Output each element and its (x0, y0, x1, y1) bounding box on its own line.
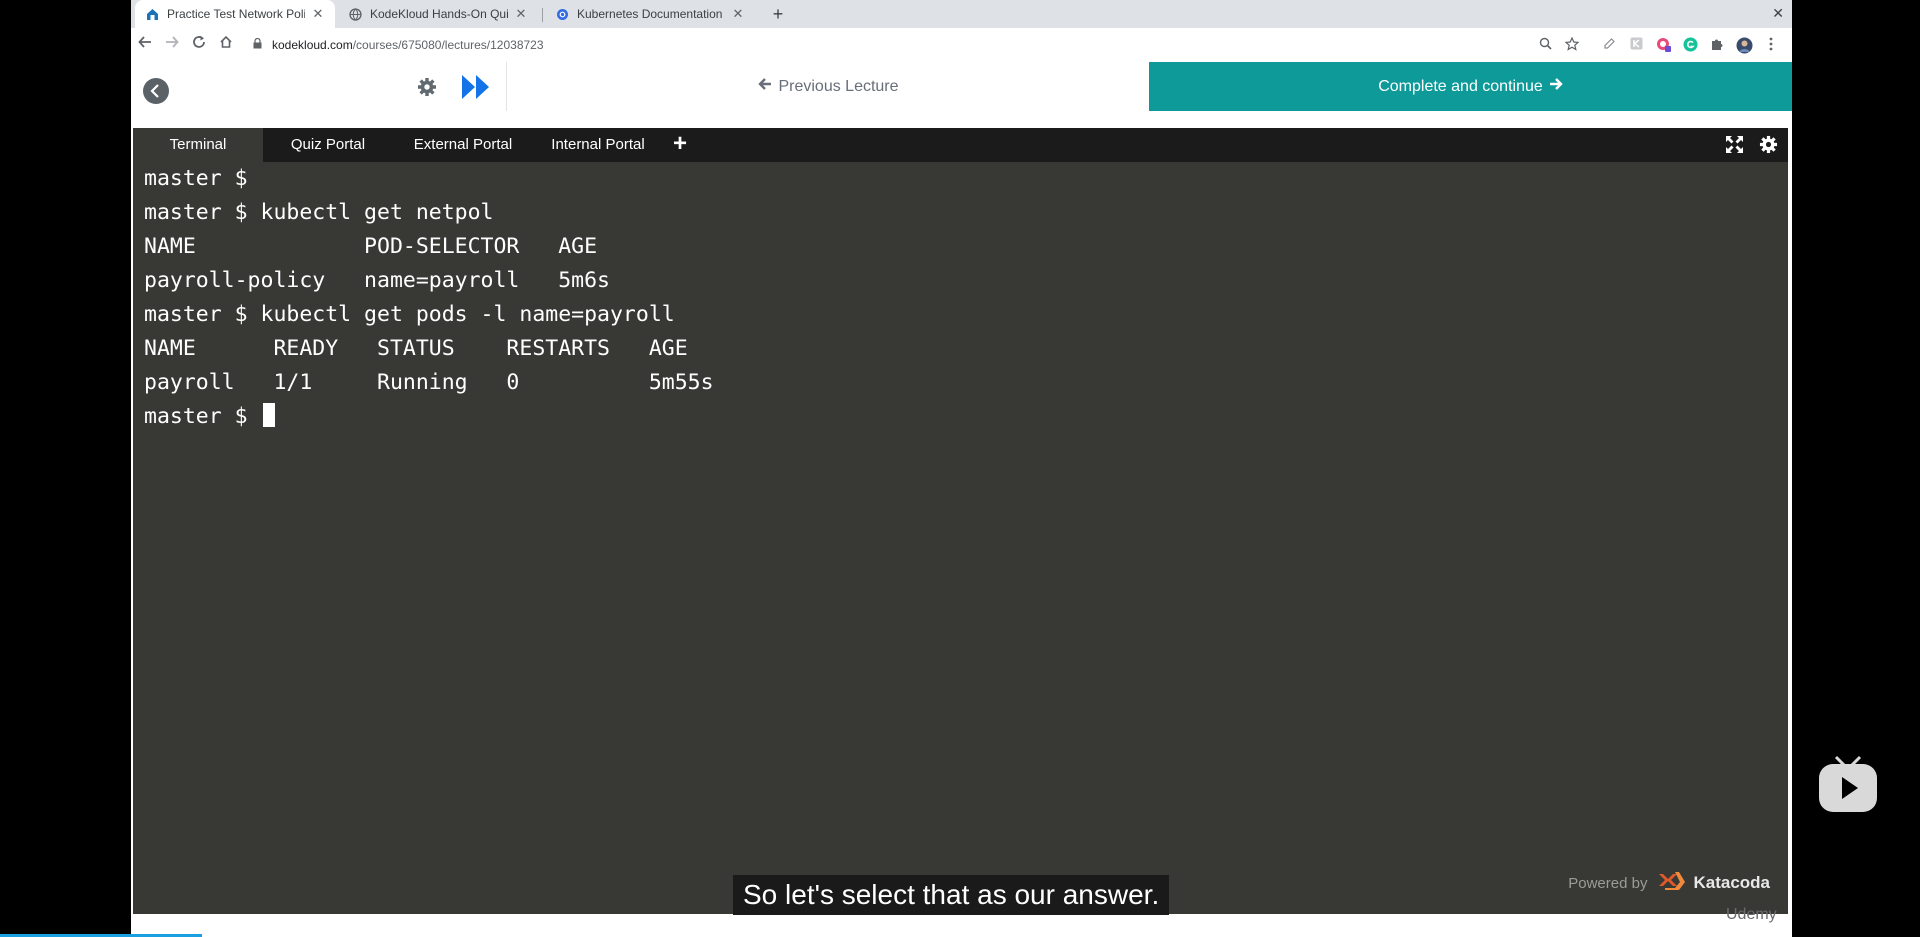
globe-icon (348, 7, 362, 21)
url-text: kodekloud.com/courses/675080/lectures/12… (272, 38, 544, 52)
powered-by-brand: Katacoda (1693, 873, 1770, 892)
address-bar[interactable]: kodekloud.com/courses/675080/lectures/12… (249, 32, 1709, 58)
url-host: kodekloud.com (272, 38, 353, 52)
browser-tab-practice-test[interactable]: Practice Test Network Policie ✕ (135, 0, 335, 28)
tab-title: KodeKloud Hands-On Quiz (370, 7, 508, 21)
tab-internal-portal[interactable]: Internal Portal (533, 128, 663, 162)
url-path: /courses/675080/lectures/12038723 (352, 38, 544, 52)
terminal-line: payroll 1/1 Running 0 5m55s (144, 370, 714, 395)
extension-grammarly-icon[interactable] (1682, 37, 1698, 53)
window-close-icon[interactable]: ✕ (1772, 5, 1784, 22)
fullscreen-icon[interactable] (1725, 135, 1744, 160)
kubernetes-icon (555, 7, 569, 21)
terminal-line: master $ kubectl get netpol (144, 200, 494, 225)
terminal-line: NAME READY STATUS RESTARTS AGE (144, 336, 688, 361)
tab-external-portal[interactable]: External Portal (393, 128, 533, 162)
fast-forward-icon[interactable] (461, 74, 491, 105)
terminal-line: master $ (144, 166, 248, 191)
extension-k-icon[interactable] (1628, 37, 1644, 53)
extension-edit-icon[interactable] (1601, 37, 1617, 53)
tab-title: Practice Test Network Policie (167, 7, 305, 21)
terminal-line: payroll-policy name=payroll 5m6s (144, 268, 610, 293)
terminal-line: NAME POD-SELECTOR AGE (144, 234, 598, 259)
tab-title: Kubernetes Documentation | (577, 7, 725, 21)
forward-arrow-icon[interactable] (163, 35, 181, 53)
browser-tab-quiz[interactable]: KodeKloud Hands-On Quiz ✕ (338, 0, 538, 28)
extension-target-icon[interactable] (1655, 37, 1671, 53)
terminal-tab-bar: Terminal Quiz Portal External Portal Int… (133, 128, 1788, 162)
terminal-prompt: master $ (144, 404, 261, 429)
kodekloud-favicon (145, 7, 159, 21)
powered-by-label: Powered by (1568, 874, 1648, 892)
new-tab-button[interactable]: + (768, 4, 788, 24)
close-tab-icon[interactable]: ✕ (731, 6, 745, 22)
terminal-prompt-line: master $ (144, 400, 1774, 434)
katacoda-logo-icon (1657, 868, 1687, 898)
browser-window: Practice Test Network Policie ✕ KodeKlou… (131, 0, 1792, 937)
course-header: Previous Lecture Complete and continue (131, 62, 1792, 112)
previous-lecture-button[interactable]: Previous Lecture (506, 62, 1150, 111)
add-tab-button[interactable]: + (673, 132, 687, 156)
bookmark-star-icon[interactable] (1564, 36, 1580, 53)
home-icon[interactable] (217, 35, 235, 53)
tab-terminal[interactable]: Terminal (133, 128, 263, 162)
browser-tab-kubernetes-docs[interactable]: Kubernetes Documentation | ✕ (545, 0, 755, 28)
chrome-menu-icon[interactable] (1763, 37, 1779, 53)
previous-lecture-label: Previous Lecture (778, 77, 899, 95)
tab-separator (542, 8, 543, 22)
lock-icon (253, 37, 262, 52)
terminal-cursor (262, 403, 275, 427)
arrow-left-icon (758, 77, 772, 96)
complete-and-continue-button[interactable]: Complete and continue (1149, 62, 1792, 111)
reload-icon[interactable] (190, 35, 208, 53)
extensions-puzzle-icon[interactable] (1709, 37, 1725, 53)
tv-play-icon[interactable] (1818, 754, 1878, 814)
browser-toolbar: kodekloud.com/courses/675080/lectures/12… (131, 28, 1792, 63)
tab-strip: Practice Test Network Policie ✕ KodeKlou… (131, 0, 1792, 28)
close-tab-icon[interactable]: ✕ (514, 6, 528, 22)
terminal-line: master $ kubectl get pods -l name=payrol… (144, 302, 675, 327)
video-caption: So let's select that as our answer. (733, 875, 1170, 915)
terminal-output[interactable]: master $ master $ kubectl get netpol NAM… (144, 162, 1774, 762)
zoom-icon[interactable] (1537, 37, 1553, 53)
back-arrow-icon[interactable] (136, 35, 154, 53)
close-tab-icon[interactable]: ✕ (311, 6, 325, 22)
chevron-left-icon[interactable] (143, 78, 169, 104)
powered-by-katacoda[interactable]: Powered by Katacoda (1568, 868, 1770, 898)
gear-icon[interactable] (417, 77, 437, 103)
profile-avatar[interactable] (1736, 37, 1753, 54)
terminal-panel: Terminal Quiz Portal External Portal Int… (133, 128, 1788, 914)
complete-and-continue-label: Complete and continue (1378, 77, 1543, 95)
settings-gear-icon[interactable] (1759, 135, 1778, 160)
tab-quiz-portal[interactable]: Quiz Portal (263, 128, 393, 162)
arrow-right-icon (1549, 77, 1563, 96)
udemy-watermark: Udemy (1726, 906, 1777, 923)
